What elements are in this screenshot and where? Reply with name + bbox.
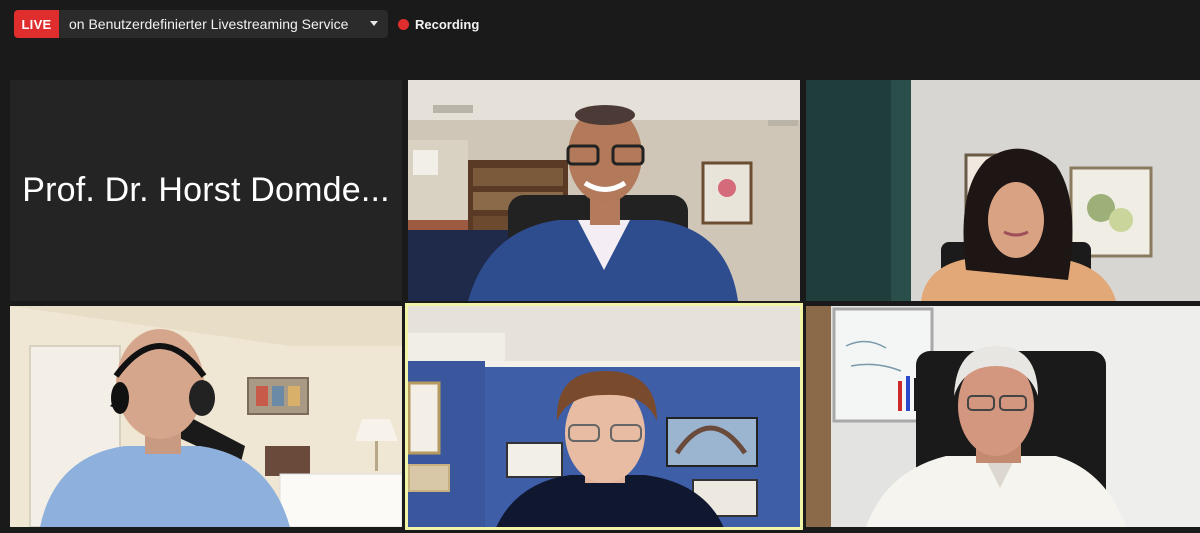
recording-dot-icon [398,18,409,30]
meeting-top-bar: LIVE on Benutzerdefinierter Livestreamin… [0,0,1200,48]
recording-label: Recording [415,16,480,32]
participant-video-tile[interactable] [10,306,402,527]
participant-video-tile[interactable] [408,80,800,301]
livestream-service-label: on Benutzerdefinierter Livestreaming Ser… [69,16,349,32]
participant-video [10,306,402,527]
participant-video [806,306,1200,527]
participant-video-tile-active-speaker[interactable] [405,303,803,530]
participant-video-tile[interactable] [806,80,1200,301]
participant-name: Prof. Dr. Horst Domde... [22,171,390,209]
chevron-down-icon[interactable] [370,21,378,26]
participant-video [408,80,800,301]
participant-video [405,303,803,530]
participant-video [806,80,1200,301]
live-badge[interactable]: LIVE [14,10,59,38]
participant-video-tile[interactable] [806,306,1200,527]
livestream-service-dropdown[interactable]: on Benutzerdefinierter Livestreaming Ser… [59,10,388,38]
participant-tile-name-only[interactable]: Prof. Dr. Horst Domde... [10,80,402,301]
recording-indicator[interactable]: Recording [398,14,479,34]
